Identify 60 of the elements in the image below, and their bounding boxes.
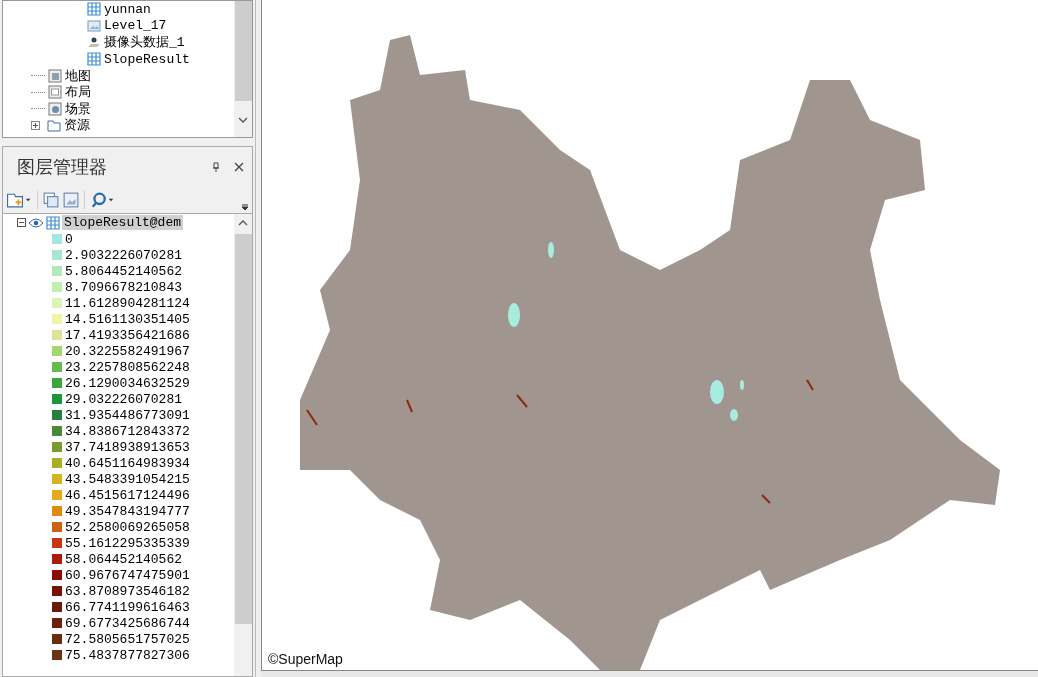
scrollbar[interactable] bbox=[234, 1, 252, 137]
tree-node[interactable]: 资源 bbox=[3, 117, 234, 134]
dataset-item[interactable]: Level_17 bbox=[3, 17, 234, 35]
legend-label: 11.6128904281124 bbox=[65, 295, 190, 311]
legend-label: 75.4837877827306 bbox=[65, 647, 190, 663]
legend-label: 5.8064452140562 bbox=[65, 263, 183, 279]
tree-node[interactable]: 场景 bbox=[3, 100, 234, 118]
legend-label: 66.7741199616463 bbox=[65, 599, 190, 615]
scroll-up-icon[interactable] bbox=[238, 220, 248, 226]
legend-label: 63.8708973546182 bbox=[65, 583, 190, 599]
legend-label: 69.6773425686744 bbox=[65, 615, 190, 631]
panel-title: 图层管理器 bbox=[17, 155, 108, 179]
legend-label: 43.5483391054215 bbox=[65, 471, 190, 487]
legend-label: 0 bbox=[65, 231, 73, 247]
scroll-down-icon[interactable] bbox=[238, 117, 248, 123]
legend-label: 60.9676747475901 bbox=[65, 567, 190, 583]
dataset-item[interactable]: 摄像头数据_1 bbox=[3, 34, 234, 51]
legend-label: 58.064452140562 bbox=[65, 551, 183, 567]
scene-icon bbox=[48, 101, 62, 116]
legend-label: 23.2257808562248 bbox=[65, 359, 190, 375]
legend-label: 55.1612295335339 bbox=[65, 535, 190, 551]
scrollbar[interactable] bbox=[234, 214, 252, 676]
legend-label: 17.4193356421686 bbox=[65, 327, 190, 343]
grid-dataset-icon bbox=[87, 2, 101, 17]
eye-icon[interactable] bbox=[28, 217, 44, 228]
legend-label: 8.7096678210843 bbox=[65, 279, 183, 295]
expand-icon[interactable] bbox=[31, 120, 40, 130]
dataset-item[interactable]: yunnan bbox=[3, 1, 234, 18]
tree-node[interactable]: 布局 bbox=[3, 83, 234, 101]
legend-label: 14.5161130351405 bbox=[65, 311, 190, 327]
map-icon bbox=[48, 68, 62, 83]
folder-icon bbox=[47, 118, 61, 133]
overflow-icon[interactable] bbox=[241, 203, 249, 211]
dataset-item[interactable]: SlopeResult bbox=[3, 50, 234, 68]
legend-label: 37.7418938913653 bbox=[65, 439, 190, 455]
legend-label: 31.9354486773091 bbox=[65, 407, 190, 423]
legend-label: 2.9032226070281 bbox=[65, 247, 183, 263]
legend-label: 26.1290034632529 bbox=[65, 375, 190, 391]
point-dataset-icon bbox=[87, 35, 101, 50]
legend-label: 20.3225582491967 bbox=[65, 343, 190, 359]
legend-label: 46.4515617124496 bbox=[65, 487, 190, 503]
collapse-icon[interactable] bbox=[17, 218, 26, 227]
legend-label: 52.2580069265058 bbox=[65, 519, 190, 535]
add-layer-button[interactable] bbox=[5, 191, 33, 209]
image-dataset-icon bbox=[87, 18, 101, 33]
legend-label: 72.5805651757025 bbox=[65, 631, 190, 647]
map-view[interactable]: ©SuperMap bbox=[261, 0, 1038, 670]
close-icon[interactable] bbox=[234, 162, 244, 172]
legend-label: 49.3547843194777 bbox=[65, 503, 190, 519]
legend-label: 29.032226070281 bbox=[65, 391, 183, 407]
copyright-text: ©SuperMap bbox=[268, 651, 343, 667]
pin-icon[interactable] bbox=[212, 162, 220, 172]
legend-label: 34.8386712843372 bbox=[65, 423, 190, 439]
copy-layer-button[interactable] bbox=[42, 191, 60, 209]
legend-label: 40.6451164983934 bbox=[65, 455, 190, 471]
grid-dataset-icon bbox=[87, 52, 101, 67]
layer-name[interactable]: SlopeResult@dem bbox=[62, 215, 184, 230]
grid-dataset-icon bbox=[46, 215, 60, 230]
tree-node[interactable]: 地图 bbox=[3, 67, 234, 84]
layout-icon bbox=[48, 85, 62, 100]
